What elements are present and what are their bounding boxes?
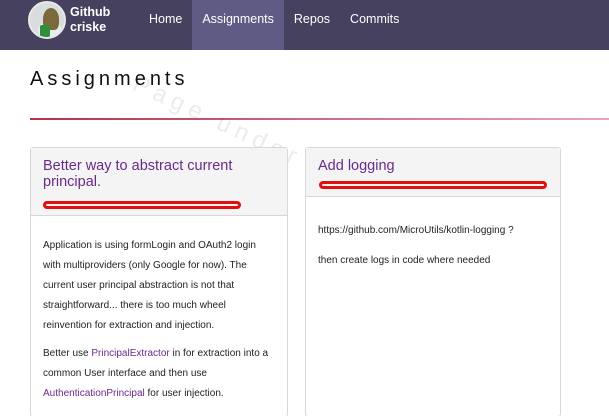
brand-line-2: criske: [70, 20, 107, 34]
top-navbar: Github criske Home Assignments Repos Com…: [0, 0, 609, 50]
brand[interactable]: Github criske: [28, 1, 110, 39]
card-header: Better way to abstract current principal…: [31, 148, 287, 216]
card-body: https://github.com/MicroUtils/kotlin-log…: [306, 197, 560, 296]
card-title[interactable]: Add logging: [318, 158, 548, 174]
brand-line-1: Github: [70, 5, 111, 19]
card-paragraph: Better use PrincipalExtractor in for ext…: [43, 344, 275, 404]
text-span: Better use: [43, 348, 92, 359]
assignment-card-principal: Better way to abstract current principal…: [30, 147, 288, 416]
principal-extractor-link[interactable]: PrincipalExtractor: [91, 348, 169, 359]
card-line: https://github.com/MicroUtils/kotlin-log…: [318, 225, 514, 236]
text-span: for user injection.: [144, 388, 224, 399]
card-header: Add logging: [306, 148, 560, 197]
card-body: Application is using formLogin and OAuth…: [31, 216, 287, 416]
nav-item-home[interactable]: Home: [139, 0, 192, 50]
nav-item-commits[interactable]: Commits: [340, 0, 409, 50]
nav-item-assignments[interactable]: Assignments: [192, 0, 284, 50]
title-divider: [30, 118, 609, 120]
authentication-principal-link[interactable]: AuthenticationPrincipal: [43, 388, 145, 399]
assignment-card-logging: Add logging https://github.com/MicroUtil…: [305, 147, 561, 416]
user-avatar-icon: [28, 1, 66, 39]
nav-menu: Home Assignments Repos Commits: [139, 0, 409, 50]
card-line: then create logs in code where needed: [318, 255, 491, 266]
card-paragraph: Application is using formLogin and OAuth…: [43, 240, 256, 331]
redaction-scribble: [43, 201, 241, 209]
nav-item-repos[interactable]: Repos: [284, 0, 340, 50]
card-title[interactable]: Better way to abstract current principal…: [43, 158, 275, 190]
redaction-scribble: [319, 181, 547, 189]
brand-text: Github criske: [70, 5, 110, 35]
